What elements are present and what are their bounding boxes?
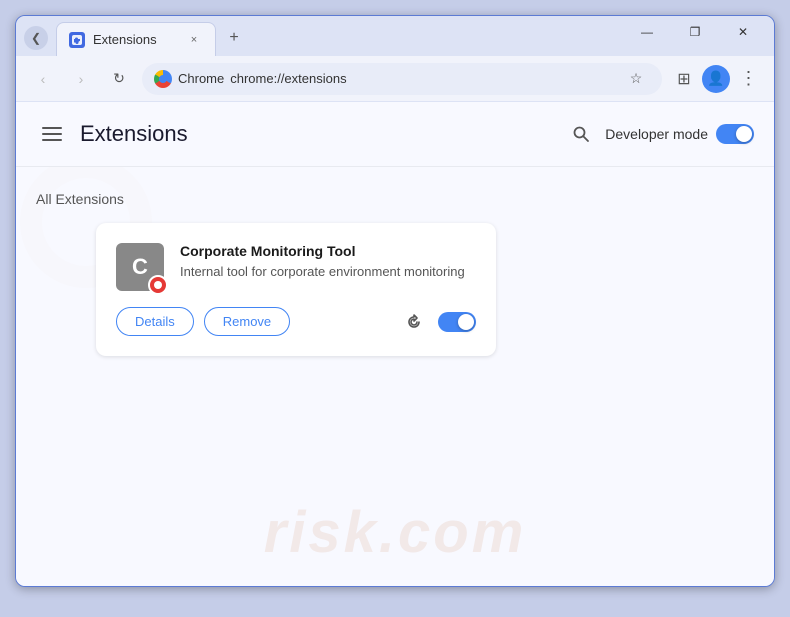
hamburger-line-1 [42, 127, 62, 129]
details-button[interactable]: Details [116, 307, 194, 336]
dev-mode-section: Developer mode [565, 118, 754, 150]
maximize-button[interactable]: ❐ [672, 16, 718, 48]
extensions-body: All Extensions C Corporate Monitoring To… [16, 167, 774, 380]
tab-scroll-arrow[interactable]: ❮ [24, 26, 48, 50]
new-tab-button[interactable]: + [220, 24, 248, 52]
badge-inner [154, 281, 162, 289]
nav-bar: ‹ › ↻ Chrome chrome://extensions ☆ ⊞ [16, 56, 774, 102]
extension-card: C Corporate Monitoring Tool Internal too… [96, 223, 496, 356]
extension-badge [148, 275, 168, 295]
chrome-brand-label: Chrome [178, 71, 224, 86]
hamburger-menu-button[interactable] [36, 118, 68, 150]
extensions-menu-button[interactable]: ⊞ [670, 65, 698, 93]
profile-icon: 👤 [707, 70, 724, 87]
minimize-button[interactable]: — [624, 16, 670, 48]
extension-card-content: C Corporate Monitoring Tool Internal too… [116, 243, 476, 291]
search-extensions-button[interactable] [565, 118, 597, 150]
extension-toggle-knob [458, 314, 474, 330]
extension-icon-wrapper: C [116, 243, 164, 291]
all-extensions-title: All Extensions [36, 191, 754, 207]
back-button[interactable]: ‹ [28, 64, 58, 94]
forward-button[interactable]: › [66, 64, 96, 94]
address-bar[interactable]: Chrome chrome://extensions ☆ [142, 63, 662, 95]
address-text: chrome://extensions [230, 71, 616, 86]
extension-description: Internal tool for corporate environment … [180, 263, 476, 281]
nav-icons: ⊞ 👤 ⋮ [670, 65, 762, 93]
extensions-header: Extensions Developer mode [16, 102, 774, 167]
active-tab[interactable]: Extensions × [56, 22, 216, 56]
page-title: Extensions [80, 121, 565, 147]
tab-title: Extensions [93, 32, 177, 47]
star-button[interactable]: ☆ [622, 65, 650, 93]
more-icon: ⋮ [740, 68, 757, 89]
title-bar: ❮ Extensions × + — [16, 16, 774, 56]
tab-favicon [69, 32, 85, 48]
extension-info: Corporate Monitoring Tool Internal tool … [180, 243, 476, 281]
profile-button[interactable]: 👤 [702, 65, 730, 93]
reload-icon [405, 313, 423, 331]
puzzle-icon [70, 33, 84, 47]
window-controls: — ❐ ✕ [624, 16, 766, 56]
reload-extension-button[interactable] [400, 308, 428, 336]
extension-actions: Details Remove [116, 307, 476, 336]
extension-actions-right [400, 308, 476, 336]
tab-strip: ❮ Extensions × + [24, 16, 624, 56]
search-icon [572, 125, 590, 143]
hamburger-line-2 [42, 133, 62, 135]
tab-close-button[interactable]: × [185, 31, 203, 49]
tab-left-controls: ❮ [24, 26, 48, 56]
toggle-knob [736, 126, 752, 142]
remove-button[interactable]: Remove [204, 307, 290, 336]
watermark-text: risk.com [264, 499, 527, 566]
extension-enabled-toggle[interactable] [438, 312, 476, 332]
extension-name: Corporate Monitoring Tool [180, 243, 476, 259]
reload-button[interactable]: ↻ [104, 64, 134, 94]
page-content: risk.com Extensions Developer mode [16, 102, 774, 586]
hamburger-line-3 [42, 139, 62, 141]
extensions-icon: ⊞ [677, 69, 690, 89]
developer-mode-toggle[interactable] [716, 124, 754, 144]
close-button[interactable]: ✕ [720, 16, 766, 48]
chrome-logo [154, 70, 172, 88]
chrome-menu-button[interactable]: ⋮ [734, 65, 762, 93]
developer-mode-label: Developer mode [605, 126, 708, 142]
browser-window: ❮ Extensions × + — [15, 15, 775, 587]
